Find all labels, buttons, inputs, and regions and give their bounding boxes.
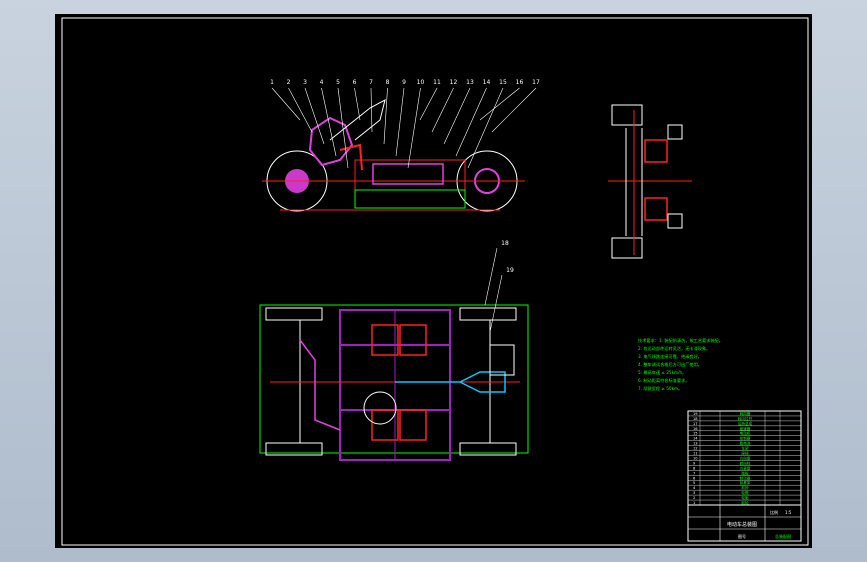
parts-row-name: 前桥 [741,485,749,490]
parts-row-name: 前轮 [741,500,749,505]
parts-row-name: 转向柱 [740,460,751,465]
side-part-number: 9 [402,79,406,86]
parts-row-number: 12 [693,447,698,451]
parts-row-name: 差速器 [740,426,751,431]
parts-row-number: 14 [693,437,698,441]
company-name: 总装配图 [775,533,791,539]
parts-row-name: 轮胎 [741,495,749,500]
parts-row-number: 5 [693,481,695,485]
note-line: 6. 制动距离符合标准要求。 [638,377,689,384]
parts-row-name: 控制器 [740,436,751,441]
note-line: 7. 续驶里程 ≥ 50km。 [638,385,682,392]
parts-row-number: 3 [693,491,695,495]
top-part-number: 18 [501,240,509,247]
side-part-number: 3 [303,79,307,86]
side-part-number: 8 [386,79,390,86]
parts-row-number: 2 [693,496,695,500]
drawing-title: 电动车总装图 [727,521,757,528]
parts-row-number: 15 [693,432,698,436]
side-part-number: 6 [353,79,357,86]
parts-row-name: 座椅 [741,451,749,456]
side-part-number: 11 [433,79,441,86]
side-part-number: 4 [320,79,324,86]
parts-row-number: 16 [693,427,698,431]
scale-value: 1:5 [785,510,792,515]
parts-row-name: 踏板 [741,470,749,475]
parts-row-name: 转向拉杆 [738,416,753,421]
parts-row-name: 轮毂 [741,490,749,495]
note-line: 技术要求：1. 装配前清洗，按工艺要求装配。 [638,337,723,344]
side-part-number: 12 [450,79,458,86]
note-line: 4. 整车调试合格后方可出厂使用。 [638,361,702,368]
parts-row-name: 车架 [741,446,749,451]
top-part-number: 19 [506,267,514,274]
parts-row-name: 后桥总成 [738,421,753,426]
note-line: 3. 电气线路连接可靠，绝缘良好。 [638,353,702,360]
parts-row-name: 方向盘 [740,455,751,460]
parts-row-number: 13 [693,442,698,446]
parts-row-number: 10 [693,456,698,460]
parts-row-number: 18 [693,417,698,421]
parts-row-number: 1 [693,501,695,505]
side-part-number: 5 [336,79,340,86]
parts-row-name: 转向器 [740,411,751,416]
side-part-number: 16 [516,79,524,86]
sheet-label: 图号 [738,533,746,539]
parts-row-name: 蓄电池 [740,441,751,446]
side-part-number: 1 [270,79,274,86]
parts-row-name: 前悬架 [740,480,751,485]
side-part-number: 2 [287,79,291,86]
note-line: 2. 各运动部件运转灵活，无卡滞现象。 [638,345,710,352]
side-part-number: 15 [499,79,507,86]
side-part-number: 7 [369,79,373,86]
side-part-number: 17 [532,79,540,86]
side-part-number: 10 [417,79,425,86]
side-part-number: 13 [466,79,474,86]
parts-row-name: 仪表盘 [740,465,751,470]
parts-row-number: 7 [693,471,695,475]
parts-row-number: 11 [693,452,698,456]
parts-row-name: 制动器 [740,475,751,480]
scale-label: 比例 [770,509,778,515]
note-line: 5. 最高车速 ≤ 25km/h。 [638,369,686,376]
parts-row-name: 电动机 [740,431,751,436]
parts-row-number: 19 [693,412,698,416]
parts-row-number: 17 [693,422,698,426]
side-part-number: 14 [483,79,491,86]
